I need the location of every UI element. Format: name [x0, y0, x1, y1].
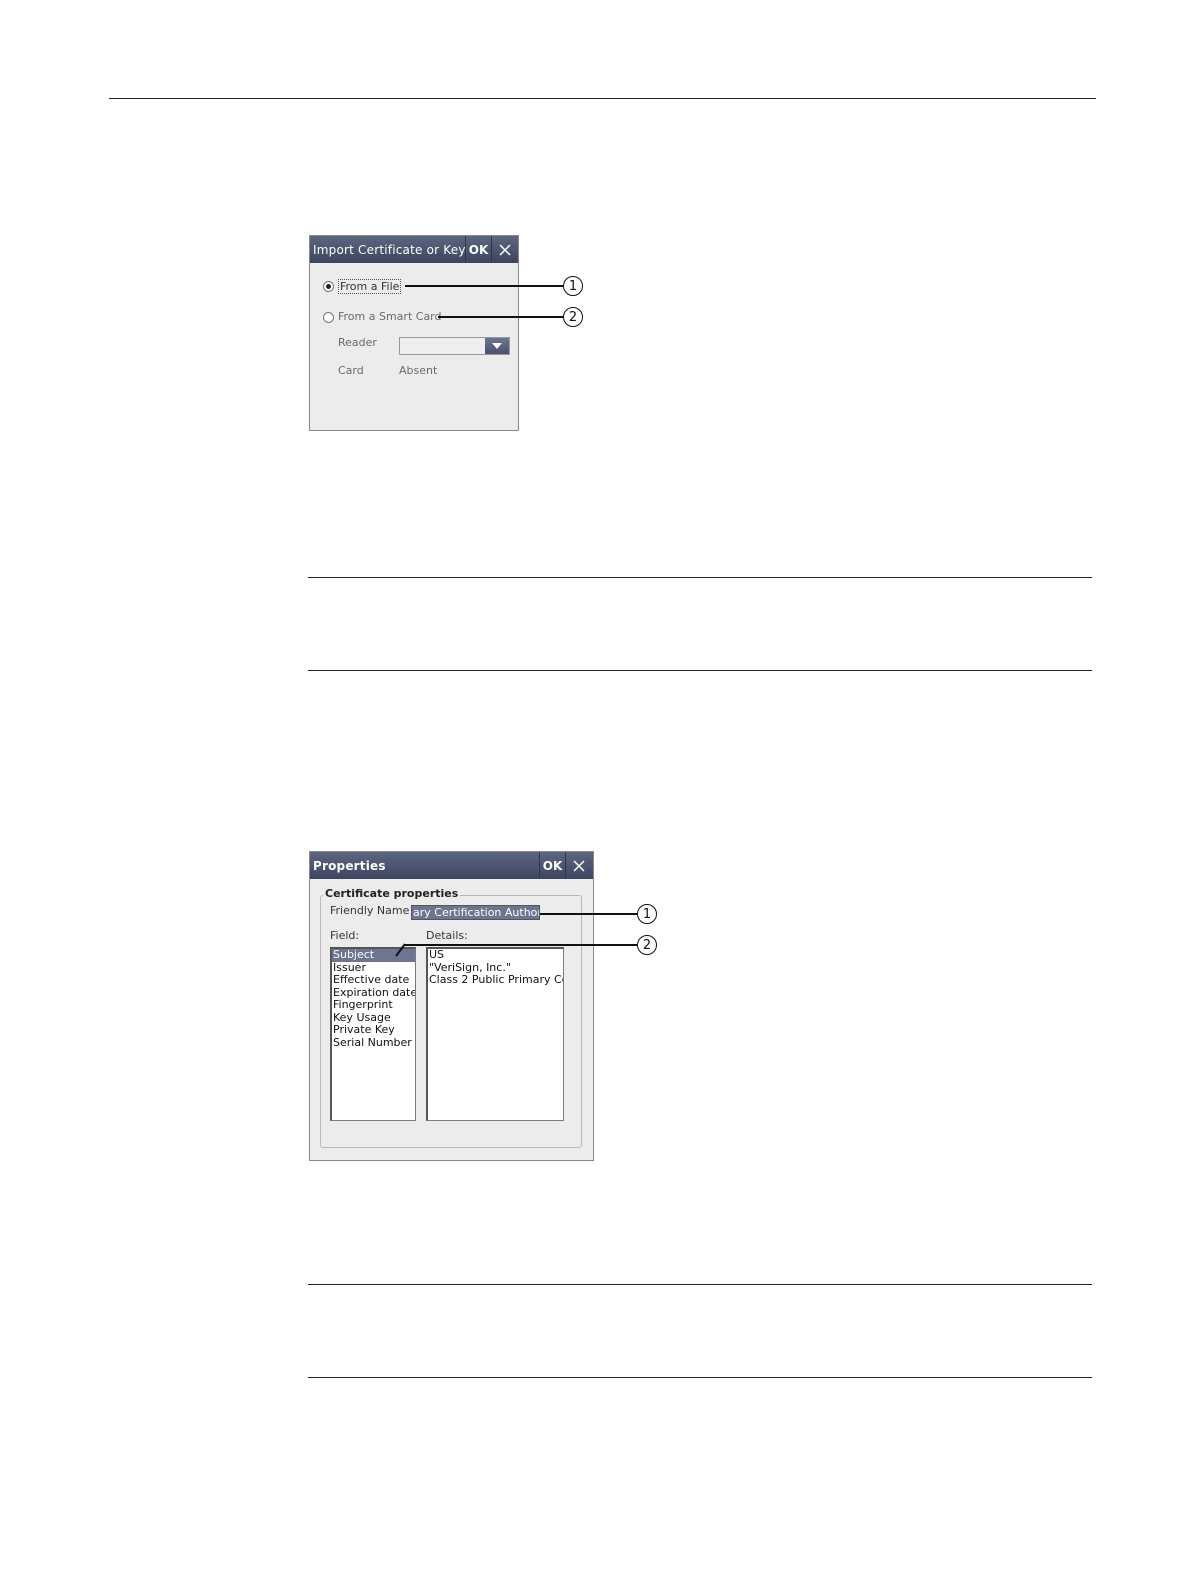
callout-1: 1: [563, 276, 583, 296]
callout-2: 2: [563, 307, 583, 327]
callout-line-1: [405, 285, 563, 287]
note-box-bottom-rule-1: [308, 670, 1092, 671]
details-label: Details:: [426, 929, 468, 942]
header-rule: [109, 98, 1096, 99]
ok-button[interactable]: OK: [539, 852, 565, 879]
close-button[interactable]: [491, 236, 517, 263]
ok-button[interactable]: OK: [465, 236, 491, 263]
field-item-fingerprint[interactable]: Fingerprint: [332, 998, 415, 1012]
callout-2: 2: [637, 935, 657, 955]
dialog-titlebar: Import Certificate or Key OK: [310, 236, 518, 263]
friendly-name-label: Friendly Name: [330, 904, 410, 917]
dialog-title: Properties: [313, 859, 386, 873]
from-smart-card-label[interactable]: From a Smart Card: [338, 310, 442, 323]
import-certificate-dialog: Import Certificate or Key OK From a File…: [309, 235, 519, 431]
details-line: US: [429, 948, 445, 961]
reader-dropdown[interactable]: [399, 337, 510, 355]
close-icon: [498, 243, 511, 256]
note-box-bottom-rule-2: [308, 1377, 1092, 1378]
reader-label: Reader: [338, 336, 377, 349]
callout-line-1: [540, 913, 637, 915]
details-box[interactable]: US "VeriSign, Inc." Class 2 Public Prima…: [426, 947, 564, 1121]
callout-line-2: [405, 944, 637, 946]
dialog-title: Import Certificate or Key: [313, 243, 466, 257]
callout-leader-2: [395, 943, 406, 957]
from-smart-card-radio[interactable]: [323, 312, 334, 323]
note-box-top-rule-1: [308, 577, 1092, 578]
properties-dialog: Properties OK Certificate properties Fri…: [309, 851, 594, 1161]
callout-line-2: [438, 316, 563, 318]
card-value: Absent: [399, 364, 438, 377]
dropdown-arrow[interactable]: [485, 338, 509, 354]
field-label: Field:: [330, 929, 360, 942]
field-item-serial-number[interactable]: Serial Number: [332, 1036, 415, 1050]
note-box-top-rule-2: [308, 1284, 1092, 1285]
field-item-effective-date[interactable]: Effective date: [332, 973, 415, 987]
close-icon: [572, 859, 585, 872]
dialog-titlebar: Properties OK: [310, 852, 593, 879]
from-file-radio[interactable]: [323, 281, 334, 292]
card-label: Card: [338, 364, 364, 377]
field-item-private-key[interactable]: Private Key: [332, 1023, 415, 1037]
field-list[interactable]: Subject Issuer Effective date Expiration…: [330, 947, 416, 1121]
friendly-name-input[interactable]: ary Certification Authority: [411, 905, 540, 920]
callout-1: 1: [637, 904, 657, 924]
group-title: Certificate properties: [323, 887, 461, 900]
from-file-label[interactable]: From a File: [338, 279, 402, 294]
details-line: Class 2 Public Primary Certifi: [429, 973, 563, 986]
chevron-down-icon: [492, 343, 502, 349]
close-button[interactable]: [565, 852, 591, 879]
